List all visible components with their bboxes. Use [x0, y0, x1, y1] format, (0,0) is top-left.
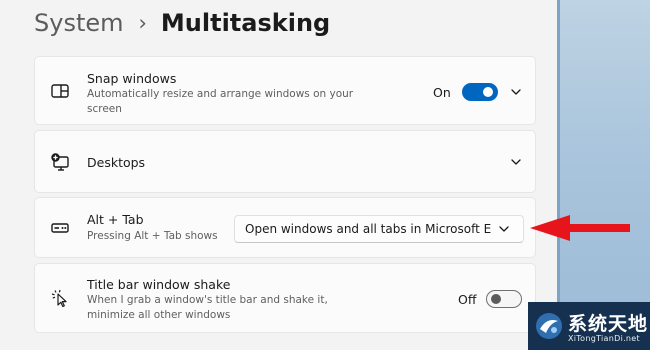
settings-main-pane: System › Multitasking Snap windows Autom…: [0, 0, 557, 350]
window-shake-icon: [51, 289, 67, 308]
watermark-text: 系统天地: [568, 313, 649, 335]
chevron-down-icon[interactable]: [509, 85, 523, 99]
window-shake-title: Title bar window shake: [87, 277, 231, 292]
breadcrumb-system-link[interactable]: System: [34, 9, 124, 37]
toggle-knob: [491, 294, 501, 304]
toggle-knob: [483, 87, 493, 97]
chevron-down-icon[interactable]: [509, 155, 523, 169]
breadcrumb-separator: ›: [138, 11, 147, 35]
red-arrow-annotation: [530, 215, 630, 241]
alt-tab-icon: [51, 223, 69, 233]
watermark-logo-icon: [536, 313, 562, 339]
window-shake-toggle[interactable]: [486, 290, 522, 308]
snap-windows-card[interactable]: Snap windows Automatically resize and ar…: [34, 56, 536, 125]
breadcrumb: System › Multitasking: [34, 6, 330, 40]
snap-windows-toggle[interactable]: [462, 83, 498, 101]
alt-tab-dropdown[interactable]: Open windows and all tabs in Microsoft E…: [234, 215, 524, 243]
desktops-card[interactable]: Desktops: [34, 130, 536, 193]
snap-layout-icon: [51, 84, 69, 98]
chevron-down-icon: [499, 226, 509, 232]
window-shake-description: When I grab a window's title bar and sha…: [87, 294, 328, 321]
window-edge: [557, 0, 560, 350]
snap-windows-description: Automatically resize and arrange windows…: [87, 88, 354, 115]
snap-windows-title: Snap windows: [87, 71, 177, 86]
shake-toggle-label: Off: [458, 292, 477, 307]
page-title: Multitasking: [160, 9, 331, 37]
desktops-title: Desktops: [87, 155, 146, 170]
alt-tab-description: Pressing Alt + Tab shows: [87, 230, 218, 242]
alt-tab-card: Alt + Tab Pressing Alt + Tab shows Open …: [34, 197, 536, 258]
site-watermark: 系统天地 XiTongTianDi.net: [528, 302, 650, 350]
snap-toggle-label: On: [433, 85, 451, 100]
dropdown-selected-value: Open windows and all tabs in Microsoft E…: [245, 222, 491, 236]
watermark-url: XiTongTianDi.net: [568, 334, 640, 343]
desktops-icon: [51, 153, 69, 171]
desktop-wallpaper-strip: [557, 0, 650, 350]
window-shake-card: Title bar window shake When I grab a win…: [34, 263, 536, 333]
alt-tab-title: Alt + Tab: [87, 212, 144, 227]
